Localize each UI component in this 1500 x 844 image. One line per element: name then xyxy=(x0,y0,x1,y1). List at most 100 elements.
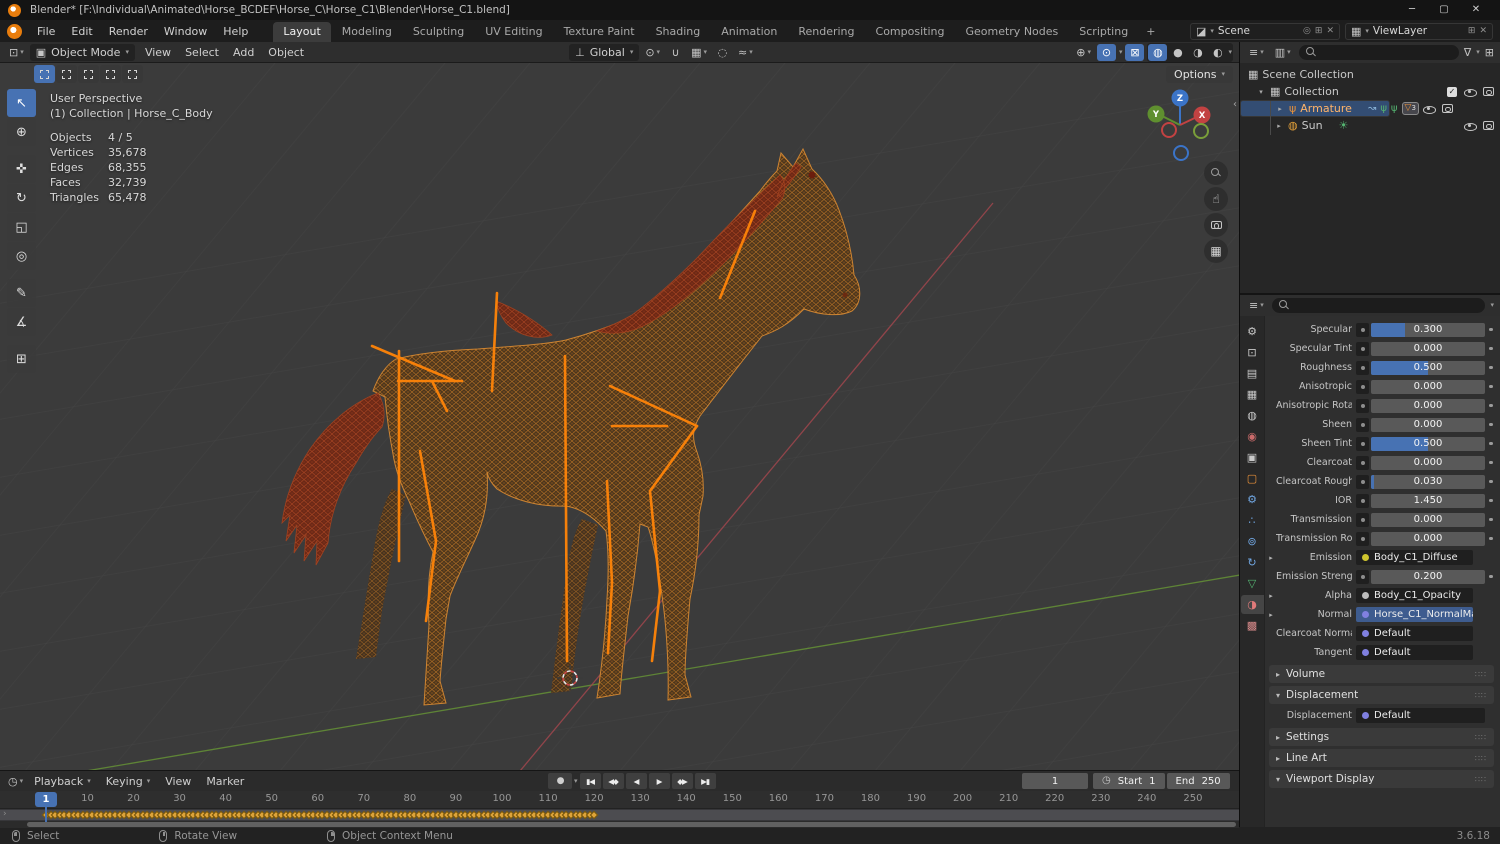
timeline-scrollbar[interactable] xyxy=(0,821,1239,828)
decorator-dot[interactable] xyxy=(1485,347,1497,351)
close-button[interactable]: ✕ xyxy=(1460,0,1492,20)
menu-file[interactable]: File xyxy=(29,23,63,40)
tool-measure[interactable]: ∡ xyxy=(7,308,36,336)
prev-keyframe-button[interactable]: ◀◆ xyxy=(602,773,624,789)
tab-compositing[interactable]: Compositing xyxy=(866,22,955,42)
collection-checkbox[interactable]: ✓ xyxy=(1447,86,1457,97)
snapping-dropdown[interactable]: ▦ ▾ xyxy=(688,44,710,61)
auto-keying-button[interactable]: ● xyxy=(548,773,572,789)
clearcoat-normal-field[interactable]: Default xyxy=(1356,626,1473,641)
properties-tab-constraints[interactable]: ↻ xyxy=(1241,553,1264,572)
sidebar-collapse-arrow[interactable]: ‹ xyxy=(1233,99,1237,110)
menu-edit[interactable]: Edit xyxy=(63,23,100,40)
jump-to-end-button[interactable]: ▶▮ xyxy=(694,773,716,789)
hide-eye-icon[interactable] xyxy=(1464,121,1477,131)
tangent-field[interactable]: Default xyxy=(1356,645,1473,660)
timeline-editor-type-button[interactable]: ◷ ▾ xyxy=(5,773,26,790)
properties-search-input[interactable] xyxy=(1294,300,1479,311)
decorator-dot[interactable] xyxy=(1485,423,1497,427)
ior-slider[interactable]: 1.450 xyxy=(1371,493,1485,508)
properties-tab-output[interactable]: ▤ xyxy=(1241,364,1264,383)
animate-dot-button[interactable] xyxy=(1356,379,1369,394)
decorator-dot[interactable] xyxy=(1485,366,1497,370)
channel-expand-icon[interactable]: › xyxy=(3,809,7,819)
properties-tab-tool[interactable]: ⚙ xyxy=(1241,322,1264,341)
shading-material-button[interactable]: ◑ xyxy=(1188,44,1207,61)
hide-eye-icon[interactable] xyxy=(1464,87,1477,97)
outliner-editor-type-button[interactable]: ≡ ▾ xyxy=(1246,44,1267,61)
animate-dot-button[interactable] xyxy=(1356,569,1369,584)
viewport-3d[interactable]: Options ▾ ↖ ⊕ ✜ ↻ ◱ ◎ ✎ ∡ ⊞ User Perspective (1)… xyxy=(0,63,1239,770)
display-mode-dropdown[interactable]: ▥ ▾ xyxy=(1272,44,1294,61)
pan-button[interactable]: ☝ xyxy=(1204,187,1228,211)
select-mode-intersect[interactable] xyxy=(122,65,143,83)
decorator-dot[interactable] xyxy=(1485,328,1497,332)
minimize-button[interactable]: ─ xyxy=(1396,0,1428,20)
play-button[interactable]: ▶ xyxy=(648,773,670,789)
tab-rendering[interactable]: Rendering xyxy=(788,22,864,42)
next-keyframe-button[interactable]: ◆▶ xyxy=(671,773,693,789)
orthographic-toggle-button[interactable]: ▦ xyxy=(1204,239,1228,263)
sheen-tint-slider[interactable]: 0.500 xyxy=(1371,436,1485,451)
section-settings[interactable]: ▸ Settings ∷∷ xyxy=(1269,728,1494,746)
decorator-dot[interactable] xyxy=(1485,537,1497,541)
editor-type-button[interactable]: ⊡ ▾ xyxy=(6,44,27,61)
pivot-dropdown[interactable]: ⊙ ▾ xyxy=(642,44,663,61)
hide-eye-icon[interactable] xyxy=(1422,104,1436,114)
emission-strength-slider[interactable]: 0.200 xyxy=(1371,569,1485,584)
shading-wireframe-button[interactable]: ◍ xyxy=(1148,43,1168,61)
anisotropic-slider[interactable]: 0.000 xyxy=(1371,379,1485,394)
tool-cursor[interactable]: ⊕ xyxy=(7,118,36,146)
show-gizmo-dropdown[interactable]: ⊕ ▾ xyxy=(1073,44,1094,61)
properties-tab-material[interactable]: ◑ xyxy=(1240,595,1264,614)
outliner-search-input[interactable] xyxy=(1321,47,1452,58)
displacement-field[interactable]: Default xyxy=(1356,708,1485,723)
animate-dot-button[interactable] xyxy=(1356,322,1369,337)
new-collection-button[interactable]: ⊞ xyxy=(1485,47,1494,58)
maximize-button[interactable]: ▢ xyxy=(1428,0,1460,20)
horse-mesh[interactable] xyxy=(281,148,861,706)
alpha-field[interactable]: Body_C1_Opacity xyxy=(1356,588,1473,603)
disable-render-icon[interactable] xyxy=(1483,87,1494,96)
properties-tab-scene[interactable]: ◍ xyxy=(1241,406,1264,425)
emission-field[interactable]: Body_C1_Diffuse xyxy=(1356,550,1473,565)
clearcoat-rough-slider[interactable]: 0.030 xyxy=(1371,474,1485,489)
outliner-search[interactable] xyxy=(1298,45,1459,60)
properties-tab-modifiers[interactable]: ⚙ xyxy=(1241,490,1264,509)
proportional-editing-toggle[interactable]: ◌ xyxy=(713,44,732,61)
start-frame-field[interactable]: ◷ Start 1 xyxy=(1093,773,1165,789)
disable-render-icon[interactable] xyxy=(1483,121,1494,130)
toggle-xray-button[interactable]: ⊠ xyxy=(1125,43,1145,61)
tool-annotate[interactable]: ✎ xyxy=(7,279,36,307)
zoom-button[interactable] xyxy=(1204,161,1228,185)
filter-icon[interactable]: ∇ xyxy=(1464,47,1471,58)
falloff-dropdown[interactable]: ≈ ▾ xyxy=(735,44,756,61)
animate-dot-button[interactable] xyxy=(1356,417,1369,432)
blender-menu-icon[interactable] xyxy=(7,23,22,39)
viewport-menu-select[interactable]: Select xyxy=(178,44,226,61)
expand-icon[interactable]: ▸ xyxy=(1266,592,1276,600)
specular-tint-slider[interactable]: 0.000 xyxy=(1371,341,1485,356)
timeline-body[interactable]: 1 10 20 30 40 50 60 70 80 90 100 110 120 130 140 150 16… xyxy=(0,791,1239,828)
tab-animation[interactable]: Animation xyxy=(711,22,787,42)
timeline-ruler[interactable]: 1 10 20 30 40 50 60 70 80 90 100 110 120 130 140 150 16… xyxy=(0,791,1239,809)
disable-render-icon[interactable] xyxy=(1441,104,1453,113)
specular-slider[interactable]: 0.300 xyxy=(1371,322,1485,337)
anisotropic-rota-slider[interactable]: 0.000 xyxy=(1371,398,1485,413)
outliner-row-collection[interactable]: ▾ ▦ Collection ✓ xyxy=(1240,83,1500,100)
expand-icon[interactable]: ▸ xyxy=(1274,122,1284,130)
clearcoat-slider[interactable]: 0.000 xyxy=(1371,455,1485,470)
new-scene-icon[interactable]: ⊞ xyxy=(1315,26,1323,36)
playback-menu[interactable]: Playback ▾ xyxy=(27,774,98,789)
mode-dropdown[interactable]: ▣ Object Mode ▾ xyxy=(29,43,135,61)
end-frame-field[interactable]: End 250 xyxy=(1166,773,1230,789)
animate-dot-button[interactable] xyxy=(1356,512,1369,527)
orientation-dropdown[interactable]: ⊥ Global ▾ xyxy=(569,43,640,61)
tool-move[interactable]: ✜ xyxy=(7,155,36,183)
select-mode-subtract[interactable] xyxy=(78,65,99,83)
animate-dot-button[interactable] xyxy=(1356,341,1369,356)
menu-window[interactable]: Window xyxy=(156,23,215,40)
timeline-view-menu[interactable]: View xyxy=(158,774,198,789)
outliner-row-sun[interactable]: ▸ ◍ Sun ☀ xyxy=(1240,117,1500,134)
tab-shading[interactable]: Shading xyxy=(646,22,711,42)
